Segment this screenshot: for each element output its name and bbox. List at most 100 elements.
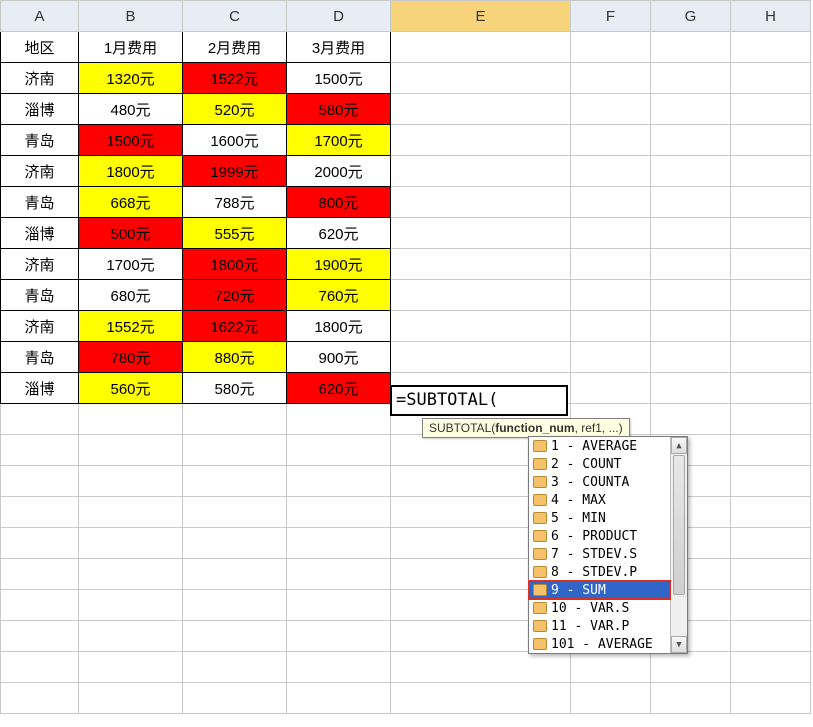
header-cell[interactable]: 1月费用 [79,32,183,63]
scroll-thumb[interactable] [673,455,685,595]
empty-cell[interactable] [1,590,79,621]
header-cell[interactable]: 2月费用 [183,32,287,63]
autocomplete-item[interactable]: 6 - PRODUCT [529,527,670,545]
data-cell[interactable]: 668元 [79,187,183,218]
empty-cell[interactable] [731,621,811,652]
empty-cell[interactable] [1,466,79,497]
autocomplete-item[interactable]: 101 - AVERAGE [529,635,670,653]
data-cell[interactable]: 620元 [287,218,391,249]
empty-cell[interactable] [731,280,811,311]
empty-cell[interactable] [391,94,571,125]
autocomplete-item[interactable]: 11 - VAR.P [529,617,670,635]
empty-cell[interactable] [79,683,183,714]
empty-cell[interactable] [183,404,287,435]
col-header-C[interactable]: C [183,1,287,32]
autocomplete-item[interactable]: 9 - SUM [529,581,670,599]
empty-cell[interactable] [651,404,731,435]
empty-cell[interactable] [287,652,391,683]
empty-cell[interactable] [1,404,79,435]
empty-cell[interactable] [391,32,571,63]
empty-cell[interactable] [731,249,811,280]
data-cell[interactable]: 788元 [183,187,287,218]
empty-cell[interactable] [651,63,731,94]
autocomplete-item[interactable]: 4 - MAX [529,491,670,509]
empty-cell[interactable] [1,497,79,528]
autocomplete-item[interactable]: 10 - VAR.S [529,599,670,617]
data-cell[interactable]: 555元 [183,218,287,249]
empty-cell[interactable] [651,249,731,280]
empty-cell[interactable] [183,590,287,621]
region-cell[interactable]: 淄博 [1,373,79,404]
empty-cell[interactable] [731,590,811,621]
function-autocomplete-list[interactable]: 1 - AVERAGE2 - COUNT3 - COUNTA4 - MAX5 -… [528,436,688,654]
empty-cell[interactable] [1,528,79,559]
empty-cell[interactable] [391,156,571,187]
data-cell[interactable]: 1622元 [183,311,287,342]
empty-cell[interactable] [571,280,651,311]
data-cell[interactable]: 800元 [287,187,391,218]
empty-cell[interactable] [571,218,651,249]
empty-cell[interactable] [287,528,391,559]
data-cell[interactable]: 1320元 [79,63,183,94]
empty-cell[interactable] [79,621,183,652]
header-cell[interactable]: 地区 [1,32,79,63]
col-header-H[interactable]: H [731,1,811,32]
empty-cell[interactable] [287,621,391,652]
region-cell[interactable]: 青岛 [1,187,79,218]
region-cell[interactable]: 淄博 [1,94,79,125]
empty-cell[interactable] [391,249,571,280]
empty-cell[interactable] [571,373,651,404]
col-header-A[interactable]: A [1,1,79,32]
data-cell[interactable]: 1900元 [287,249,391,280]
data-cell[interactable]: 780元 [79,342,183,373]
data-cell[interactable]: 520元 [183,94,287,125]
empty-cell[interactable] [391,125,571,156]
col-header-F[interactable]: F [571,1,651,32]
empty-cell[interactable] [651,652,731,683]
empty-cell[interactable] [79,435,183,466]
empty-cell[interactable] [731,125,811,156]
region-cell[interactable]: 济南 [1,249,79,280]
data-cell[interactable]: 1700元 [287,125,391,156]
empty-cell[interactable] [391,652,571,683]
empty-cell[interactable] [79,652,183,683]
empty-cell[interactable] [79,497,183,528]
region-cell[interactable]: 青岛 [1,342,79,373]
empty-cell[interactable] [731,652,811,683]
region-cell[interactable]: 济南 [1,311,79,342]
autocomplete-item[interactable]: 7 - STDEV.S [529,545,670,563]
empty-cell[interactable] [651,156,731,187]
empty-cell[interactable] [287,683,391,714]
header-cell[interactable]: 3月费用 [287,32,391,63]
data-cell[interactable]: 560元 [79,373,183,404]
empty-cell[interactable] [731,63,811,94]
empty-cell[interactable] [731,32,811,63]
empty-cell[interactable] [1,652,79,683]
empty-cell[interactable] [651,32,731,63]
autocomplete-item[interactable]: 1 - AVERAGE [529,437,670,455]
empty-cell[interactable] [571,311,651,342]
data-cell[interactable]: 1522元 [183,63,287,94]
col-header-B[interactable]: B [79,1,183,32]
empty-cell[interactable] [183,466,287,497]
region-cell[interactable]: 济南 [1,63,79,94]
empty-cell[interactable] [731,94,811,125]
autocomplete-item[interactable]: 5 - MIN [529,509,670,527]
data-cell[interactable]: 1999元 [183,156,287,187]
empty-cell[interactable] [79,559,183,590]
data-cell[interactable]: 720元 [183,280,287,311]
empty-cell[interactable] [651,683,731,714]
empty-cell[interactable] [571,94,651,125]
col-header-G[interactable]: G [651,1,731,32]
empty-cell[interactable] [183,621,287,652]
empty-cell[interactable] [183,435,287,466]
empty-cell[interactable] [731,528,811,559]
empty-cell[interactable] [571,187,651,218]
empty-cell[interactable] [571,32,651,63]
empty-cell[interactable] [287,435,391,466]
empty-cell[interactable] [183,528,287,559]
formula-edit-cell[interactable]: =SUBTOTAL( [390,385,568,416]
scroll-up-button[interactable]: ▲ [671,437,687,454]
autocomplete-item[interactable]: 3 - COUNTA [529,473,670,491]
empty-cell[interactable] [571,156,651,187]
